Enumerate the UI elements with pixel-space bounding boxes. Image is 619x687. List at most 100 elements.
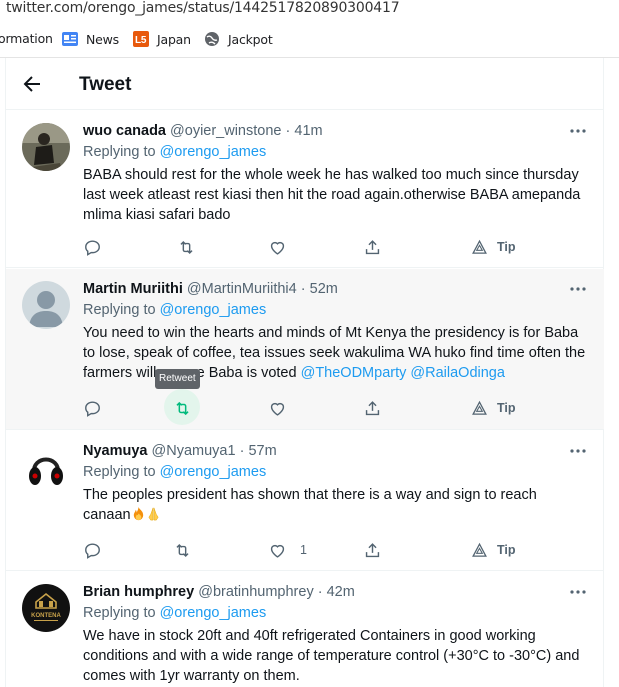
tweet-header: Nyamuya @Nyamuya1 · 57m (83, 443, 277, 459)
heart-icon (270, 402, 285, 416)
bookmarks-bar: ormation News L5 Japan Jackpot (0, 20, 619, 58)
tweet-text: We have in stock 20ft and 40ft refrigera… (83, 628, 580, 684)
like-button[interactable] (268, 393, 287, 423)
reply-icon (85, 239, 100, 256)
timestamp[interactable]: 42m (327, 584, 355, 600)
separator-dot: · (285, 123, 291, 139)
timestamp[interactable]: 41m (294, 123, 322, 139)
replying-to: Replying to @orengo_james (83, 464, 266, 480)
bookmark-news[interactable]: News (62, 31, 119, 47)
avatar[interactable] (22, 281, 70, 329)
avatar[interactable] (22, 123, 70, 171)
user-handle[interactable]: @MartinMuriithi4 (187, 281, 297, 297)
separator-dot: · (239, 443, 245, 459)
share-button[interactable] (363, 535, 382, 565)
tweet-thread-column: Tweet wuo canada @oyier_winstone · 41m R… (5, 58, 604, 687)
heart-icon (270, 241, 285, 255)
replying-to-link[interactable]: @orengo_james (160, 605, 267, 621)
tip-icon (472, 542, 487, 557)
reply-tweet[interactable]: Nyamuya @Nyamuya1 · 57m Replying to @ore… (6, 431, 604, 571)
share-button[interactable] (363, 232, 382, 262)
reply-tweet[interactable]: Martin Muriithi @MartinMuriithi4 · 52m R… (6, 269, 604, 430)
replying-to-prefix: Replying to (83, 464, 160, 480)
share-icon (365, 400, 380, 415)
reply-tweet[interactable]: KONTENA Brian humphrey @bratinhumphrey ·… (6, 572, 604, 687)
heart-icon (270, 544, 285, 558)
replying-to-prefix: Replying to (83, 144, 160, 160)
retweet-icon (176, 543, 189, 557)
tweet-actions: Tip (83, 232, 563, 262)
share-icon (365, 239, 380, 254)
back-arrow-icon[interactable] (20, 72, 44, 96)
tweet-header: Brian humphrey @bratinhumphrey · 42m (83, 584, 355, 600)
like-button[interactable] (268, 232, 287, 262)
tweet-header: wuo canada @oyier_winstone · 41m (83, 123, 323, 139)
display-name[interactable]: Martin Muriithi (83, 281, 183, 297)
mention-link[interactable]: @RailaOdinga (410, 365, 505, 381)
replying-to-link[interactable]: @orengo_james (160, 302, 267, 318)
folded-hands-emoji-icon (148, 507, 159, 521)
display-name[interactable]: Nyamuya (83, 443, 147, 459)
tip-label: Tip (497, 240, 516, 254)
avatar[interactable] (22, 443, 70, 491)
reply-icon (85, 400, 100, 417)
avatar-logo-text: KONTENA (31, 613, 61, 619)
reply-button[interactable] (83, 393, 102, 423)
url-text[interactable]: twitter.com/orengo_james/status/14425178… (6, 0, 400, 16)
user-handle[interactable]: @bratinhumphrey (198, 584, 313, 600)
tweet-text: The peoples president has shown that the… (83, 485, 588, 525)
tip-label: Tip (497, 401, 516, 415)
reply-button[interactable] (83, 535, 102, 565)
fire-emoji-icon (133, 506, 143, 521)
reply-icon (85, 542, 100, 559)
display-name[interactable]: Brian humphrey (83, 584, 194, 600)
retweet-button[interactable] (173, 393, 192, 423)
replying-to: Replying to @orengo_james (83, 144, 266, 160)
reply-button[interactable] (83, 232, 102, 262)
bookmark-label: News (86, 31, 119, 47)
more-options-icon[interactable] (568, 121, 588, 141)
replying-to: Replying to @orengo_james (83, 605, 266, 621)
like-button[interactable]: 1 (268, 535, 307, 565)
svg-text:L5: L5 (135, 35, 147, 46)
timestamp[interactable]: 57m (248, 443, 276, 459)
globe-icon (204, 31, 220, 47)
tweet-actions: Tip (83, 389, 563, 425)
bookmark-japan[interactable]: L5 Japan (133, 31, 191, 47)
replying-to-prefix: Replying to (83, 302, 160, 318)
tip-button[interactable]: Tip (471, 535, 516, 565)
page-header: Tweet (6, 58, 604, 110)
display-name[interactable]: wuo canada (83, 123, 166, 139)
replying-to-prefix: Replying to (83, 605, 160, 621)
avatar[interactable]: KONTENA (22, 584, 70, 632)
retweet-icon (176, 401, 189, 415)
retweet-tooltip: Retweet (155, 369, 200, 389)
mention-link[interactable]: @TheODMparty (301, 365, 407, 381)
bookmark-jackpot[interactable]: Jackpot (204, 31, 273, 47)
retweet-button[interactable] (177, 232, 196, 262)
retweet-button[interactable] (173, 535, 192, 565)
tip-button[interactable]: Tip (471, 393, 516, 423)
tip-icon (472, 239, 487, 254)
replying-to-link[interactable]: @orengo_james (160, 464, 267, 480)
tip-label: Tip (497, 543, 516, 557)
more-options-icon[interactable] (568, 279, 588, 299)
timestamp[interactable]: 52m (310, 281, 338, 297)
replying-to-link[interactable]: @orengo_james (160, 144, 267, 160)
like-count: 1 (300, 543, 307, 557)
retweet-icon (180, 240, 193, 254)
reply-tweet[interactable]: wuo canada @oyier_winstone · 41m Replyin… (6, 111, 604, 268)
share-button[interactable] (363, 393, 382, 423)
tip-icon (472, 400, 487, 415)
tip-button[interactable]: Tip (471, 232, 516, 262)
tweet-actions: 1 Tip (83, 535, 563, 565)
user-handle[interactable]: @Nyamuya1 (152, 443, 236, 459)
bookmark-information[interactable]: ormation (0, 31, 53, 46)
bookmark-label: Jackpot (228, 31, 273, 47)
more-options-icon[interactable] (568, 582, 588, 602)
user-handle[interactable]: @oyier_winstone (170, 123, 281, 139)
address-bar[interactable]: twitter.com/orengo_james/status/14425178… (0, 0, 619, 20)
more-options-icon[interactable] (568, 441, 588, 461)
share-icon (365, 542, 380, 557)
bookmark-label: ormation (0, 31, 53, 46)
